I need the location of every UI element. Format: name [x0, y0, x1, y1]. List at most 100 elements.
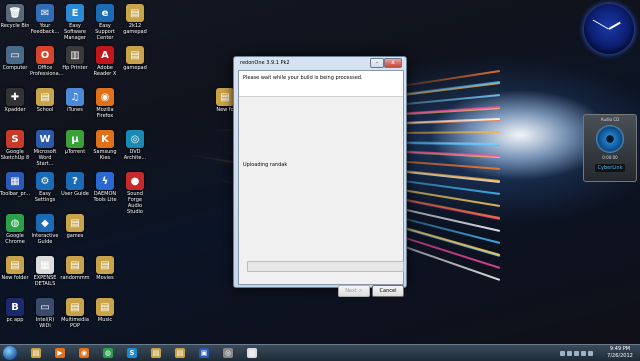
taskbar: ▤ ▶ ◉ ◍ S ▤ ▤ ▣ ◎ ▥ 9:49 PM 7/26/2012	[0, 344, 640, 361]
desktop-icon[interactable]: A Adobe Reader X	[90, 46, 120, 77]
desktop-icon-label: Google Chrome	[5, 233, 25, 245]
desktop-icon-label: Google SketchUp 8	[0, 149, 30, 161]
app-icon: ▦	[36, 256, 54, 274]
app-icon: ◆	[36, 214, 54, 232]
desktop-icon-label: New folder	[1, 275, 29, 281]
app-icon: O	[36, 46, 54, 64]
desktop-icon[interactable]: ▦ Toolbar_pr...	[0, 172, 30, 197]
tray-icon[interactable]	[581, 350, 586, 356]
app-icon: ▤	[126, 4, 144, 22]
taskbar-app-2-button[interactable]: ◎	[218, 346, 238, 360]
app-icon: ▤	[66, 256, 84, 274]
cyberlink-media-gadget[interactable]: Audio CD 0:00:00 CyberLink	[583, 114, 637, 182]
desktop-icon[interactable]: ▤ New folder	[0, 256, 30, 281]
desktop-icon[interactable]: 🗑 Recycle Bin	[0, 4, 30, 29]
desktop-icon[interactable]: ⚙ Easy Settings	[30, 172, 60, 203]
desktop-icon-label: Easy Software Manager	[63, 23, 87, 41]
tray-icon[interactable]	[567, 350, 572, 356]
app-icon: 🗑	[6, 4, 24, 22]
explorer-icon: ▤	[31, 348, 41, 358]
desktop-icon-label: School	[36, 107, 54, 113]
app-icon: ▦	[6, 172, 24, 190]
tray-icon[interactable]	[574, 350, 579, 356]
app-icon: ▤	[66, 214, 84, 232]
taskbar-media-player-button[interactable]: ▶	[50, 346, 70, 360]
desktop-icon[interactable]: ▤ Multimedia POP	[60, 298, 90, 329]
app-icon: ✉	[36, 4, 54, 22]
app-icon: A	[96, 46, 114, 64]
taskbar-folder-button[interactable]: ▤	[146, 346, 166, 360]
taskbar-firefox-button[interactable]: ◉	[74, 346, 94, 360]
app-icon: ▣	[199, 348, 209, 358]
desktop-icon[interactable]: ▤ Music	[90, 298, 120, 323]
taskbar-chrome-button[interactable]: ◍	[98, 346, 118, 360]
taskbar-document-button[interactable]: ▥	[242, 346, 262, 360]
taskbar-skype-button[interactable]: S	[122, 346, 142, 360]
desktop-icon[interactable]: ▤ randommm	[60, 256, 90, 281]
app-icon: E	[66, 4, 84, 22]
desktop-icon-label: Your Feedback...	[30, 23, 60, 35]
desktop-icon[interactable]: ▤ 2k12 gamepad	[120, 4, 150, 35]
dialog-titlebar[interactable]: redonOne 3.9.1 Pk2 - x	[234, 57, 406, 70]
app-icon: ✚	[6, 88, 24, 106]
desktop-icon[interactable]: ● Sound Forge Audio Studio	[120, 172, 150, 215]
desktop-icon[interactable]: ▤ Movies	[90, 256, 120, 281]
clock-minute-hand	[592, 19, 609, 30]
app-icon: ◎	[126, 130, 144, 148]
desktop-icon[interactable]: ▭ Intel(R) WiDi	[30, 298, 60, 329]
desktop-icon[interactable]: ▦ EXPENSE DETAILS	[30, 256, 60, 287]
app-icon: W	[36, 130, 54, 148]
next-button[interactable]: Next >	[338, 285, 370, 297]
desktop-icon-label: Adobe Reader X	[93, 65, 117, 77]
desktop-icon[interactable]: ◎ DVD Archite...	[120, 130, 150, 161]
desktop-icon[interactable]: ✚ Xpadder	[0, 88, 30, 113]
taskbar-clock[interactable]: 9:49 PM 7/26/2012	[603, 346, 637, 360]
desktop-icon-label: pc app	[6, 317, 24, 323]
desktop-icon[interactable]: ♫ iTunes	[60, 88, 90, 113]
desktop-icon-label: iTunes	[67, 107, 83, 113]
desktop-icon[interactable]: Bpc app	[0, 298, 30, 323]
desktop-icon[interactable]: ▭ Computer	[0, 46, 30, 71]
desktop-icon[interactable]: ◆ Interactive Guide	[30, 214, 60, 245]
taskbar-app-button[interactable]: ▣	[194, 346, 214, 360]
minimize-button[interactable]: -	[370, 58, 384, 68]
desktop-icon[interactable]: ▥ Hp Printer	[60, 46, 90, 71]
desktop-icon[interactable]: ◍ Google Chrome	[0, 214, 30, 245]
desktop-icon-label: 2k12 gamepad	[123, 23, 147, 35]
system-tray[interactable]	[560, 346, 600, 360]
desktop-icon-label: Samsung Kies	[93, 149, 117, 161]
app-icon: ▭	[36, 298, 54, 316]
desktop-icon[interactable]: µ µTorrent	[60, 130, 90, 155]
close-button[interactable]: x	[384, 58, 402, 68]
desktop-icon[interactable]: ϟ DAEMON Tools Lite	[90, 172, 120, 203]
dialog-body: Please wait while your build is being pr…	[238, 70, 404, 297]
desktop-icon[interactable]: ▤ games	[60, 214, 90, 239]
desktop-icon[interactable]: O Office Professiona...	[30, 46, 63, 77]
app-icon: ϟ	[96, 172, 114, 190]
cancel-button[interactable]: Cancel	[372, 285, 404, 297]
desktop-icon-label: Music	[97, 317, 113, 323]
desktop-icon[interactable]: ? User Guide	[60, 172, 90, 197]
installer-dialog: redonOne 3.9.1 Pk2 - x Please wait while…	[233, 56, 407, 297]
taskbar-explorer-button[interactable]: ▤	[26, 346, 46, 360]
desktop-icon[interactable]: E Easy Software Manager	[60, 4, 90, 41]
desktop-icon[interactable]: W Microsoft Word Start...	[30, 130, 60, 167]
app-icon: µ	[66, 130, 84, 148]
desktop-icon[interactable]: ✉ Your Feedback...	[30, 4, 60, 35]
tray-icon[interactable]	[588, 350, 593, 356]
clock-gadget[interactable]	[584, 4, 634, 54]
app-icon: ●	[126, 172, 144, 190]
desktop-icon[interactable]: K Samsung Kies	[90, 130, 120, 161]
desktop-icon[interactable]: S Google SketchUp 8	[0, 130, 30, 161]
desktop-icon-label: Toolbar_pr...	[0, 191, 31, 197]
tray-icon[interactable]	[560, 350, 565, 356]
taskbar-folder-2-button[interactable]: ▤	[170, 346, 190, 360]
desktop-icon-label: gamepad	[123, 65, 147, 71]
desktop-icon[interactable]: e Easy Support Center	[90, 4, 120, 41]
start-button[interactable]	[3, 346, 17, 360]
desktop-icon[interactable]: ▤ gamepad	[120, 46, 150, 71]
desktop-icon[interactable]: ◉ Mozilla Firefox	[90, 88, 120, 119]
app-icon: ⚙	[36, 172, 54, 190]
desktop-icon-label: Sound Forge Audio Studio	[127, 191, 143, 215]
desktop-icon[interactable]: ▤ School	[30, 88, 60, 113]
